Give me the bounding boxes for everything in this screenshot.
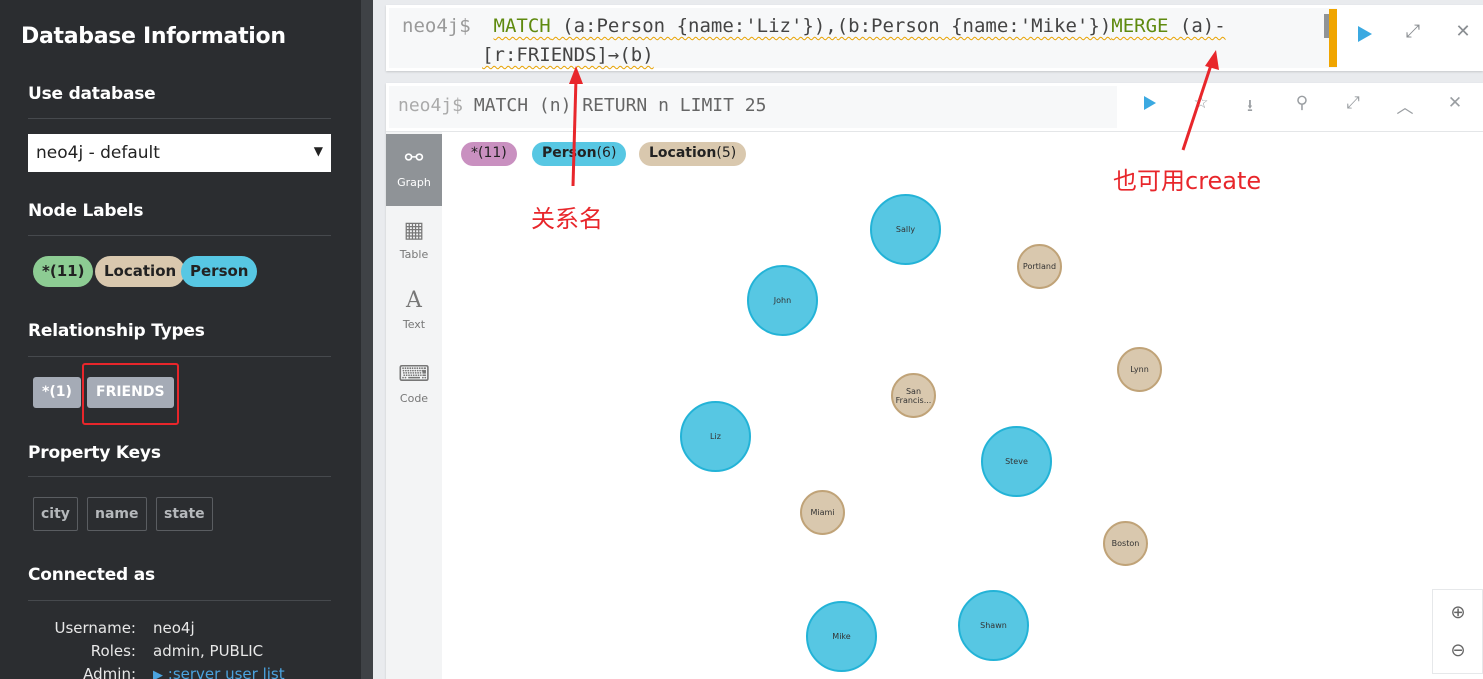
tab-label: Table [399, 248, 429, 261]
collapse-icon[interactable]: ︿ [1393, 93, 1417, 118]
code-icon: ⌨ [398, 362, 430, 387]
zoom-in-icon[interactable]: ⊕ [1447, 602, 1469, 624]
graph-node[interactable]: Liz [680, 401, 751, 472]
query-text: (b:Person {name:'Mike'}) [836, 15, 1112, 37]
query-editor: neo4j$ MATCH (a:Person {name:'Liz'}),(b:… [386, 5, 1483, 71]
tab-graph[interactable]: ⚯ Graph [386, 134, 442, 206]
node-label-person[interactable]: Person [181, 256, 258, 287]
annotation-highlight-box [82, 363, 179, 425]
graph-node[interactable]: Miami [800, 490, 845, 535]
graph-node[interactable]: Shawn [958, 590, 1029, 661]
close-icon[interactable]: ✕ [1443, 93, 1467, 117]
query-text: (a)- [1168, 15, 1226, 37]
frame-prompt: neo4j$ [398, 95, 464, 116]
editor-prompt: neo4j$ [402, 15, 471, 37]
close-icon[interactable]: ✕ [1452, 21, 1474, 43]
query-text-line2: [r:FRIENDS]→(b) [482, 44, 654, 66]
use-database-heading: Use database [28, 84, 156, 104]
pin-icon[interactable]: ⚲ [1290, 93, 1314, 117]
graph-node[interactable]: San Francis... [891, 373, 936, 418]
relationship-types-heading: Relationship Types [28, 321, 205, 341]
pill-label: Person [542, 145, 597, 161]
divider [28, 235, 331, 236]
legend-pill-location[interactable]: Location(5) [639, 142, 747, 166]
graph-node[interactable]: Steve [981, 426, 1052, 497]
annotation-create-note: 也可用create [1113, 167, 1262, 195]
node-labels-heading: Node Labels [28, 201, 144, 221]
view-tabs: ⚯ Graph ▦ Table A Text ⌨ Code [386, 132, 442, 679]
pill-label: Location [649, 145, 717, 161]
run-button[interactable] [1354, 21, 1376, 47]
property-keys-heading: Property Keys [28, 443, 161, 463]
sidebar-title: Database Information [21, 24, 286, 49]
database-select-value: neo4j - default [36, 143, 160, 163]
node-label-all[interactable]: *(11) [33, 256, 94, 287]
relationship-type-all[interactable]: *(1) [33, 377, 81, 408]
graph-node[interactable]: Portland [1017, 244, 1062, 289]
graph-node[interactable]: Boston [1103, 521, 1148, 566]
admin-link[interactable]: ▶ :server user list [153, 665, 285, 679]
username-value: neo4j [153, 619, 195, 637]
query-text: (a:Person {name:'Liz'}), [550, 15, 837, 37]
annotation-relation-name: 关系名 [531, 205, 603, 233]
text-icon: A [406, 288, 422, 313]
connected-as-heading: Connected as [28, 565, 155, 585]
tab-label: Graph [397, 176, 431, 189]
admin-label: Admin: [83, 665, 136, 679]
keyword-match: MATCH [493, 15, 551, 37]
zoom-out-icon[interactable]: ⊖ [1447, 640, 1469, 662]
star-icon[interactable]: ☆ [1189, 93, 1213, 117]
play-icon [1358, 26, 1372, 42]
roles-value: admin, PUBLIC [153, 642, 264, 660]
result-frame: neo4j$ MATCH (n) RETURN n LIMIT 25 ☆ ⭳ ⚲… [386, 83, 1483, 679]
pill-count: (11) [478, 145, 507, 161]
tab-label: Text [402, 318, 426, 331]
play-icon [1144, 96, 1156, 110]
graph-node[interactable]: John [747, 265, 818, 336]
keyword-merge: MERGE [1111, 15, 1169, 37]
property-key-city[interactable]: city [33, 497, 78, 531]
tab-table[interactable]: ▦ Table [386, 206, 442, 278]
divider [28, 118, 331, 119]
tab-label: Code [399, 392, 429, 405]
sidebar-scroll-strip [361, 0, 373, 679]
pill-count: (6) [596, 145, 617, 161]
graph-icon: ⚯ [404, 146, 424, 171]
username-label: Username: [54, 619, 136, 637]
graph-node[interactable]: Mike [806, 601, 877, 672]
table-icon: ▦ [403, 218, 425, 243]
legend-pill-all[interactable]: *(11) [461, 142, 517, 166]
property-key-name[interactable]: name [87, 497, 147, 531]
pill-count: (5) [716, 145, 737, 161]
frame-query: MATCH (n) RETURN n LIMIT 25 [473, 95, 767, 116]
pill-label: * [471, 145, 478, 161]
node-label-location[interactable]: Location [95, 256, 186, 287]
tab-text[interactable]: A Text [386, 276, 442, 348]
expand-icon[interactable]: ⤢ [1341, 93, 1365, 117]
legend-pill-person[interactable]: Person(6) [532, 142, 627, 166]
caret-down-icon: ▼ [313, 144, 323, 158]
sidebar: Database Information Use database neo4j … [0, 0, 361, 679]
expand-icon[interactable]: ⤢ [1402, 21, 1424, 43]
graph-node[interactable]: Sally [870, 194, 941, 265]
play-circle-icon: ▶ [153, 668, 163, 679]
zoom-controls: ⊕ ⊖ [1432, 589, 1483, 674]
divider [28, 476, 331, 477]
divider [28, 600, 331, 601]
divider [28, 356, 331, 357]
tab-code[interactable]: ⌨ Code [386, 350, 442, 422]
query-input[interactable]: neo4j$ MATCH (a:Person {name:'Liz'}),(b:… [389, 8, 1337, 68]
rerun-button[interactable] [1138, 93, 1162, 117]
frame-command[interactable]: neo4j$ MATCH (n) RETURN n LIMIT 25 [389, 86, 1117, 128]
roles-label: Roles: [90, 642, 136, 660]
download-icon[interactable]: ⭳ [1238, 93, 1262, 117]
editor-focus-bar [1329, 9, 1337, 67]
graph-node[interactable]: Lynn [1117, 347, 1162, 392]
property-key-state[interactable]: state [156, 497, 213, 531]
database-select[interactable]: neo4j - default ▼ [28, 134, 331, 172]
